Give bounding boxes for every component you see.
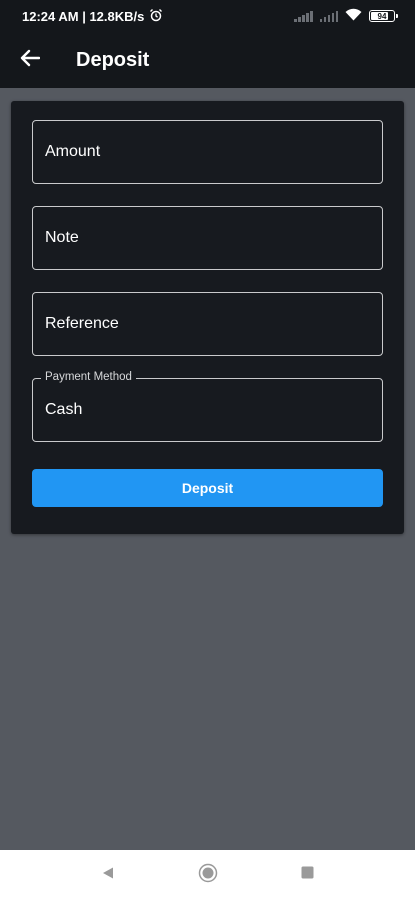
nav-recents-button[interactable]: [293, 860, 323, 890]
deposit-form-card: Amount Note Reference Payment Method Cas…: [11, 101, 404, 534]
circle-home-icon: [198, 863, 218, 888]
system-nav-bar: [0, 850, 415, 900]
alarm-clock-icon: [149, 8, 163, 25]
battery-level: 94: [377, 11, 387, 21]
reference-field[interactable]: Reference: [32, 292, 383, 356]
triangle-back-icon: [101, 866, 115, 885]
note-field[interactable]: Note: [32, 206, 383, 270]
payment-method-value: Cash: [45, 401, 83, 418]
status-bar: 12:24 AM | 12.8KB/s 94: [0, 0, 415, 32]
payment-method-select[interactable]: Payment Method Cash: [32, 371, 383, 442]
deposit-button-label: Deposit: [181, 480, 234, 496]
back-button[interactable]: [0, 32, 60, 88]
signal-icon: [294, 10, 313, 22]
amount-field[interactable]: Amount: [32, 120, 383, 184]
note-field-label: Note: [45, 229, 79, 246]
payment-method-label: Payment Method: [41, 371, 136, 383]
status-time-speed: 12:24 AM | 12.8KB/s: [22, 8, 145, 24]
nav-back-button[interactable]: [93, 860, 123, 890]
app-bar: Deposit: [0, 32, 415, 88]
battery-icon: 94: [369, 10, 398, 22]
square-recents-icon: [301, 866, 314, 884]
page-title: Deposit: [76, 48, 150, 71]
status-left: 12:24 AM | 12.8KB/s: [22, 8, 163, 25]
nav-home-button[interactable]: [193, 860, 223, 890]
status-right: 94: [294, 8, 398, 24]
signal-icon: [319, 10, 338, 22]
amount-field-label: Amount: [45, 143, 101, 160]
deposit-button[interactable]: Deposit: [32, 469, 383, 507]
wifi-icon: [345, 8, 362, 24]
arrow-left-icon: [20, 49, 41, 72]
reference-field-label: Reference: [45, 315, 119, 332]
